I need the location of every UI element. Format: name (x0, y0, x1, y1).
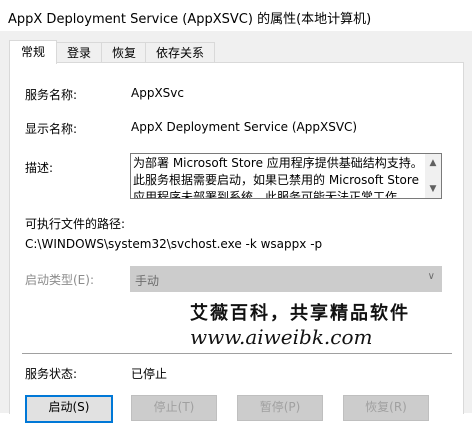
description-scrollbar[interactable]: ▲ ▼ (425, 154, 441, 198)
dialog-client: 常规 登录 恢复 依存关系 服务名称: AppXSvc 显示名称: AppX D… (0, 31, 472, 423)
display-name-value[interactable]: AppX Deployment Service (AppXSVC) (131, 120, 357, 134)
tab-recovery[interactable]: 恢复 (101, 42, 147, 63)
startup-type-label: 启动类型(E): (25, 273, 94, 287)
exe-path-label: 可执行文件的路径: (25, 217, 126, 231)
tab-dependencies[interactable]: 依存关系 (145, 42, 215, 63)
service-status-label: 服务状态: (25, 367, 78, 381)
watermark-line2: www.aiweibk.com (190, 325, 373, 349)
window-title: AppX Deployment Service (AppXSVC) 的属性(本地… (8, 12, 372, 27)
tab-logon[interactable]: 登录 (55, 42, 103, 63)
startup-type-value: 手动 (135, 274, 160, 288)
description-box[interactable]: 为部署 Microsoft Store 应用程序提供基础结构支持。此服务根据需要… (130, 153, 442, 199)
chevron-down-icon: ∨ (427, 271, 435, 282)
exe-path-value[interactable]: C:\WINDOWS\system32\svchost.exe -k wsapp… (25, 237, 322, 251)
description-text: 为部署 Microsoft Store 应用程序提供基础结构支持。此服务根据需要… (133, 156, 423, 199)
startup-type-dropdown[interactable]: 手动 ∨ (130, 266, 442, 292)
scroll-down-arrow-icon[interactable]: ▼ (425, 181, 441, 197)
general-panel: 服务名称: AppXSvc 显示名称: AppX Deployment Serv… (9, 62, 464, 423)
service-name-label: 服务名称: (25, 88, 78, 102)
resume-button[interactable]: 恢复(R) (343, 395, 429, 421)
stop-button[interactable]: 停止(T) (131, 395, 217, 421)
divider (22, 353, 452, 354)
pause-button[interactable]: 暂停(P) (237, 395, 323, 421)
display-name-label: 显示名称: (25, 122, 78, 136)
service-name-value[interactable]: AppXSvc (131, 86, 184, 100)
start-button[interactable]: 启动(S) (25, 395, 113, 423)
title-bar: AppX Deployment Service (AppXSVC) 的属性(本地… (0, 0, 472, 32)
scroll-up-arrow-icon[interactable]: ▲ (425, 155, 441, 171)
service-status-value: 已停止 (131, 367, 168, 381)
tab-general[interactable]: 常规 (9, 40, 57, 64)
description-label: 描述: (25, 161, 54, 175)
watermark-line1: 艾薇百科，共享精品软件 (190, 303, 410, 324)
